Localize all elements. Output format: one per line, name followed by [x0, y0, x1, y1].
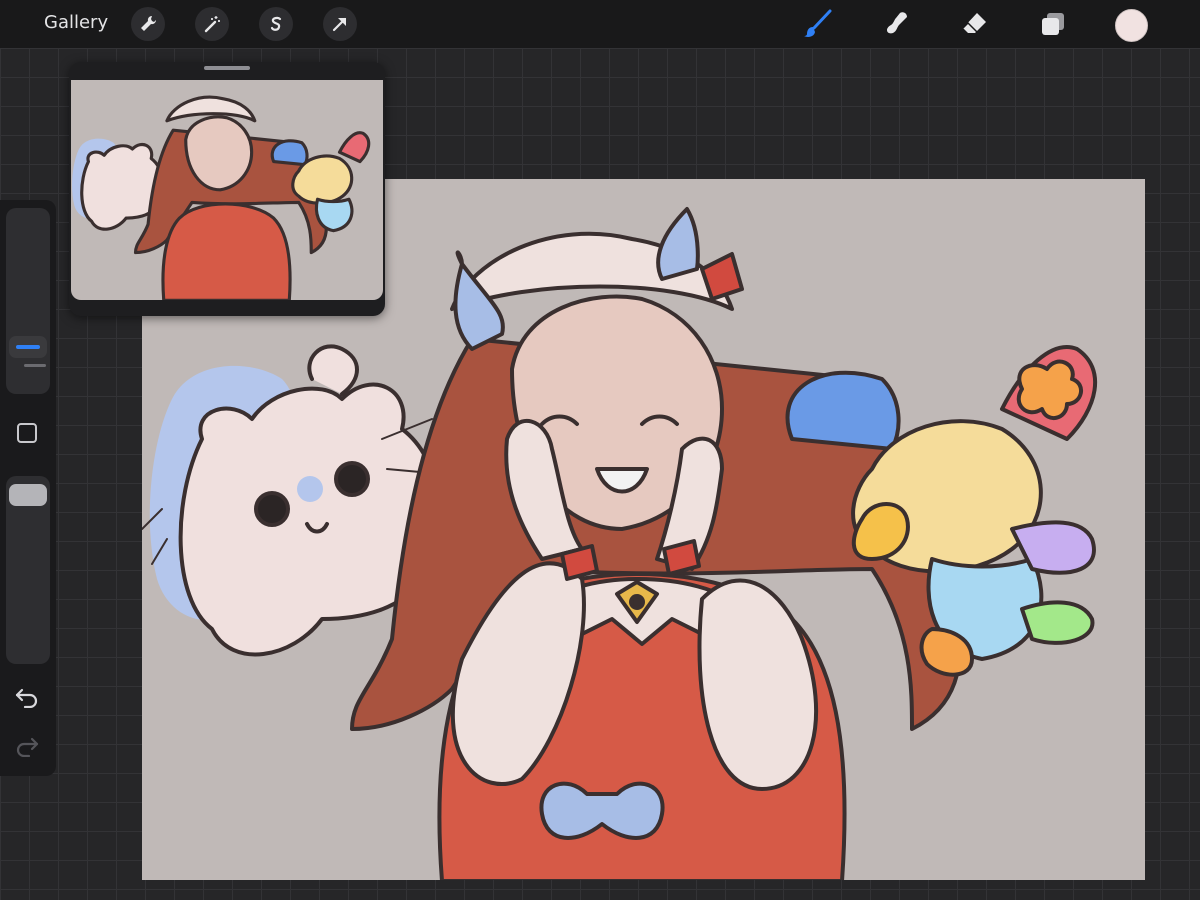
selection-button[interactable]	[259, 7, 293, 41]
transform-button[interactable]	[323, 7, 357, 41]
modify-button[interactable]	[17, 423, 37, 443]
smudge-icon	[887, 12, 907, 34]
reference-artwork	[72, 95, 371, 300]
layers-icon	[1042, 13, 1064, 35]
layers-button[interactable]	[1035, 6, 1071, 42]
redo-button[interactable]	[14, 735, 40, 761]
undo-icon	[15, 688, 38, 709]
eraser-tool-button[interactable]	[957, 6, 993, 42]
top-toolbar: Gallery	[0, 0, 1200, 48]
brush-size-knob[interactable]	[9, 336, 47, 358]
reference-image	[71, 80, 383, 300]
reference-window[interactable]	[69, 62, 385, 316]
color-swatch-button[interactable]	[1115, 9, 1148, 42]
eraser-icon	[962, 13, 986, 33]
redo-icon	[16, 737, 39, 758]
selection-s-icon	[270, 16, 282, 31]
left-sidebar	[0, 200, 56, 776]
opacity-slider[interactable]	[6, 476, 50, 664]
brush-tool-button[interactable]	[800, 6, 836, 42]
actions-button[interactable]	[131, 7, 165, 41]
brush-size-slider[interactable]	[6, 208, 50, 394]
adjustments-button[interactable]	[195, 7, 229, 41]
gallery-button[interactable]: Gallery	[44, 12, 108, 33]
magic-wand-icon	[204, 16, 220, 33]
smudge-tool-button[interactable]	[879, 6, 915, 42]
wrench-icon	[141, 15, 157, 31]
reference-drag-handle[interactable]	[204, 66, 250, 70]
brush-size-tick	[24, 364, 46, 367]
brush-size-indicator	[16, 345, 40, 349]
brush-icon	[804, 9, 832, 37]
transform-arrow-icon	[332, 17, 347, 32]
opacity-knob[interactable]	[9, 484, 47, 506]
undo-button[interactable]	[14, 686, 40, 712]
